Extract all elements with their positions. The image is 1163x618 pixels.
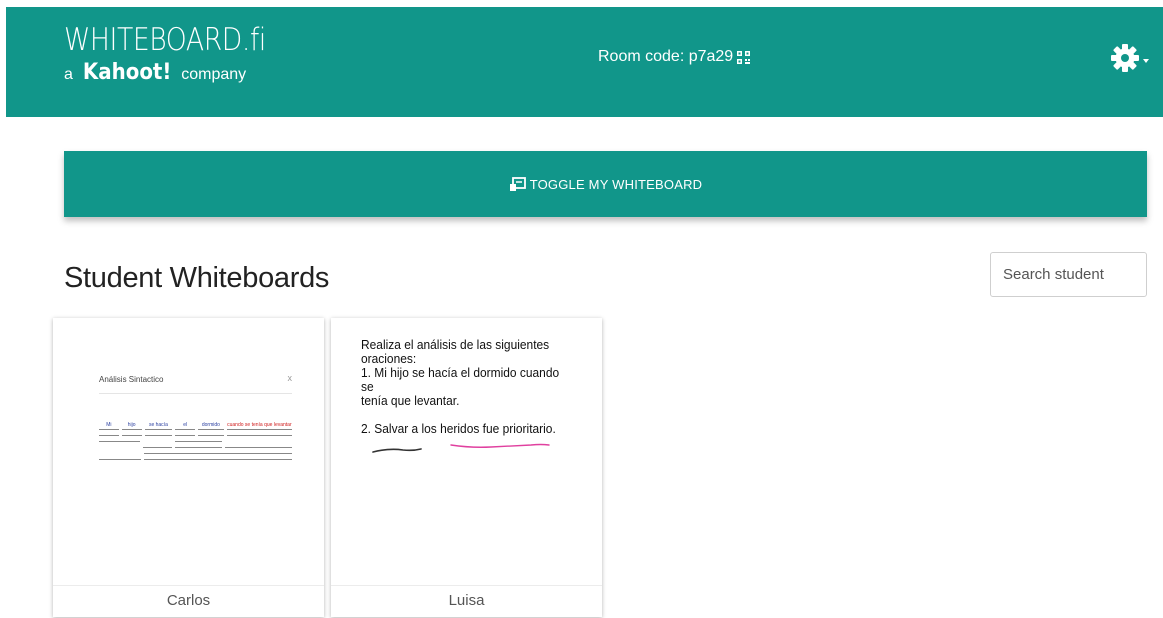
analysis-cell — [99, 458, 142, 460]
analysis-row — [99, 452, 292, 454]
analysis-cell — [174, 446, 222, 448]
analysis-row — [99, 446, 292, 448]
toggle-my-whiteboard-button[interactable]: TOGGLE MY WHITEBOARD — [64, 151, 1147, 217]
divider — [53, 585, 324, 586]
search-student-input[interactable] — [990, 252, 1147, 297]
divider — [331, 585, 602, 586]
analysis-cell — [99, 446, 140, 448]
analysis-cell — [144, 452, 292, 454]
analysis-cell — [175, 434, 196, 436]
analysis-cell — [143, 440, 172, 442]
logo-prefix: a — [64, 66, 73, 83]
analysis-cell — [225, 440, 292, 442]
qr-code-icon[interactable] — [737, 50, 751, 64]
gear-icon[interactable] — [1110, 43, 1140, 73]
word: Mi — [99, 422, 119, 430]
logo-suffix: company — [181, 66, 247, 83]
student-name: Carlos — [166, 592, 211, 609]
kahoot-brand: Kahoot! — [82, 60, 172, 85]
logo-tagline: a Kahoot! company — [64, 60, 299, 85]
student-card-carlos[interactable]: Análisis Sintactico x Mi hijo se hacía e… — [53, 318, 324, 617]
analysis-row — [99, 434, 293, 436]
word: hijo — [121, 422, 142, 430]
analysis-cell — [121, 434, 142, 436]
student-name: Luisa — [448, 592, 485, 609]
whiteboard-thumbnail: Análisis Sintactico x Mi hijo se hacía e… — [90, 360, 298, 540]
analysis-cell — [142, 446, 172, 448]
whiteboard-icon — [509, 176, 526, 191]
room-code[interactable]: Room code: p7a29 — [598, 48, 751, 66]
analysis-cell — [99, 452, 141, 454]
analysis-cell — [174, 440, 222, 442]
settings-menu[interactable] — [1110, 43, 1149, 73]
analysis-row — [99, 440, 292, 442]
analysis-cell — [226, 434, 293, 436]
sentence-row: Mi hijo se hacía el dormido cuando se te… — [99, 422, 293, 430]
divider — [99, 393, 292, 394]
close-icon: x — [287, 373, 293, 383]
analysis-row — [99, 458, 292, 460]
syntax-table: Mi hijo se hacía el dormido cuando se te… — [99, 422, 293, 464]
handwriting-strokes — [372, 443, 550, 453]
analysis-cell — [198, 434, 224, 436]
whiteboard-logo[interactable]: WHITEBOARD.fi a Kahoot! company — [64, 23, 299, 85]
analysis-cell — [99, 440, 140, 442]
word: dormido — [198, 422, 224, 430]
logo-title: WHITEBOARD.fi — [64, 22, 266, 58]
toggle-label: TOGGLE MY WHITEBOARD — [529, 176, 703, 192]
analysis-cell — [144, 434, 173, 436]
analysis-cell — [224, 446, 292, 448]
word: cuando se tenía que levantar — [226, 422, 293, 430]
word: el — [175, 422, 196, 430]
student-card-luisa[interactable]: Realiza el análisis de las siguientes or… — [331, 318, 602, 617]
analysis-cell — [99, 434, 119, 436]
page-title: Student Whiteboards — [64, 262, 330, 294]
room-code-label: Room code: p7a29 — [598, 48, 734, 65]
analysis-cell — [144, 458, 292, 460]
top-bar: WHITEBOARD.fi a Kahoot! company Room cod… — [6, 7, 1163, 117]
word: se hacía — [144, 422, 173, 430]
thumbnail-title: Análisis Sintactico — [99, 375, 164, 384]
chevron-down-icon — [1143, 59, 1149, 63]
